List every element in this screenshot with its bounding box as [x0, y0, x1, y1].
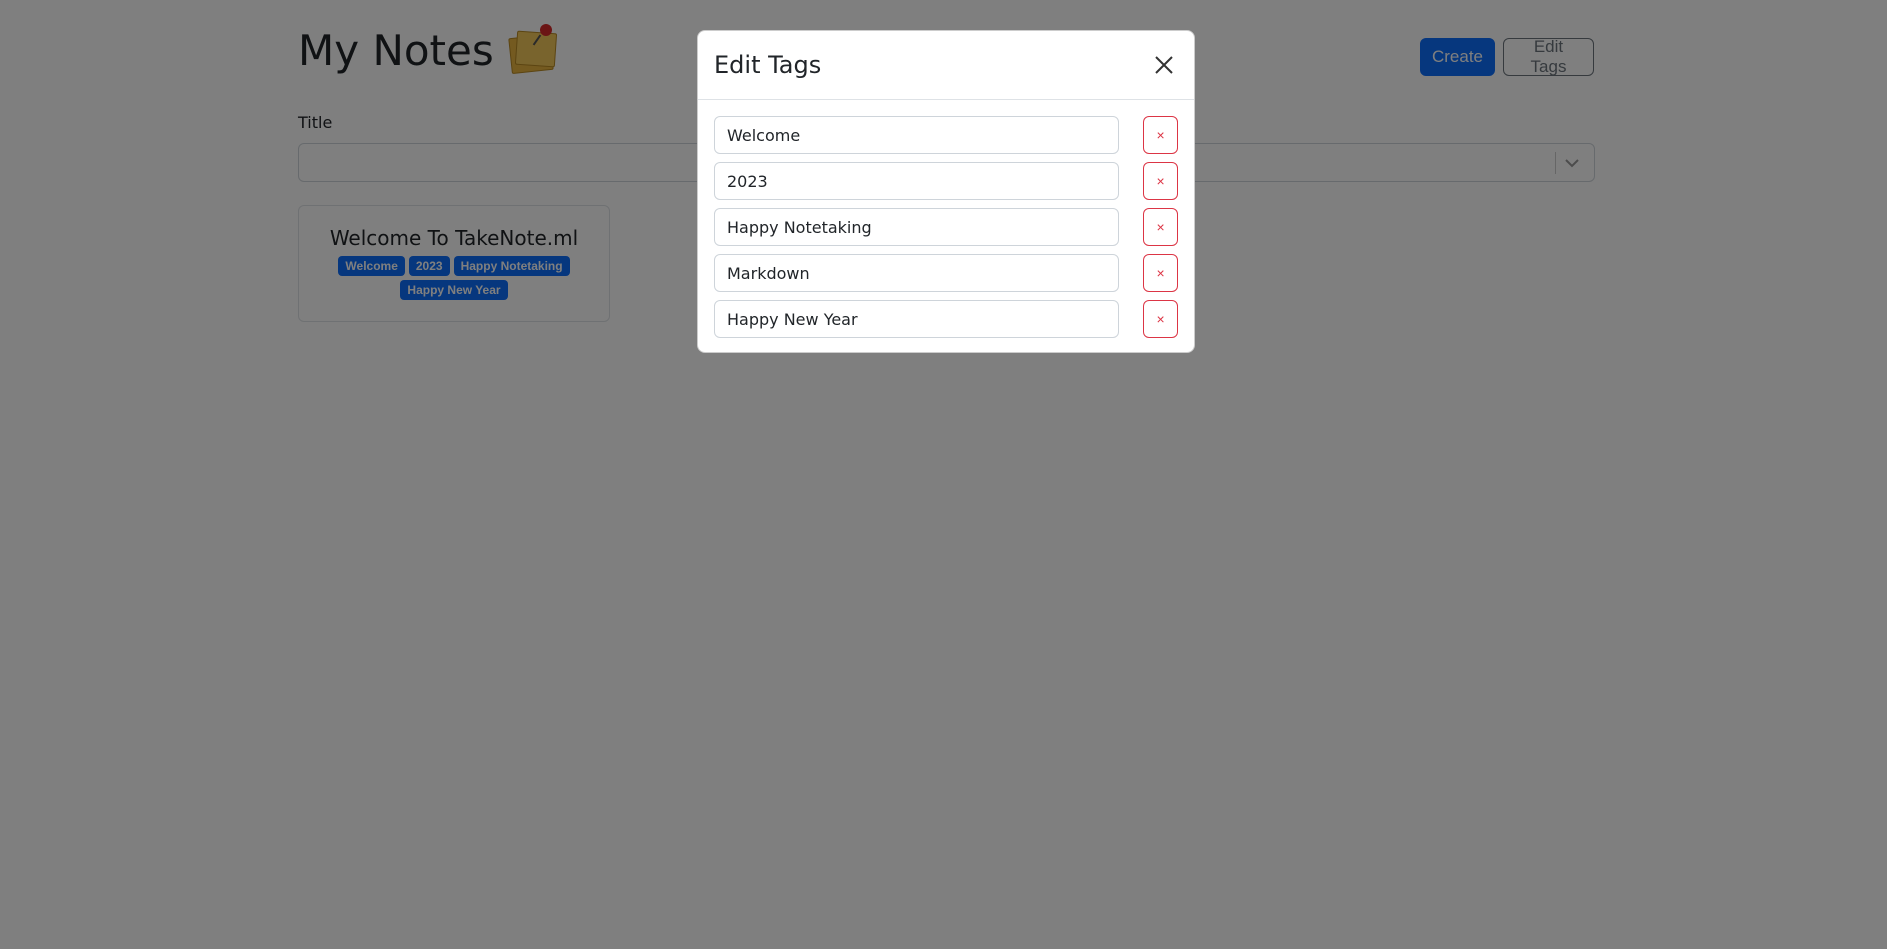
delete-tag-button[interactable]: ×: [1143, 208, 1178, 246]
delete-tag-button[interactable]: ×: [1143, 116, 1178, 154]
tag-input[interactable]: [714, 116, 1120, 154]
delete-tag-button[interactable]: ×: [1143, 254, 1178, 292]
delete-tag-button[interactable]: ×: [1143, 300, 1178, 338]
edit-tags-modal: Edit Tags × × × × ×: [697, 30, 1195, 353]
tag-row: ×: [714, 300, 1178, 338]
tag-input[interactable]: [714, 162, 1120, 200]
close-icon: [1155, 56, 1173, 74]
tag-input[interactable]: [714, 300, 1120, 338]
delete-tag-button[interactable]: ×: [1143, 162, 1178, 200]
tag-input[interactable]: [714, 254, 1120, 292]
tag-row: ×: [714, 208, 1178, 246]
close-button[interactable]: [1150, 51, 1178, 79]
tag-row: ×: [714, 116, 1178, 154]
modal-body: × × × × ×: [698, 100, 1194, 338]
tag-input[interactable]: [714, 208, 1120, 246]
modal-title: Edit Tags: [714, 51, 822, 79]
tag-row: ×: [714, 162, 1178, 200]
tag-row: ×: [714, 254, 1178, 292]
modal-header: Edit Tags: [698, 31, 1194, 100]
